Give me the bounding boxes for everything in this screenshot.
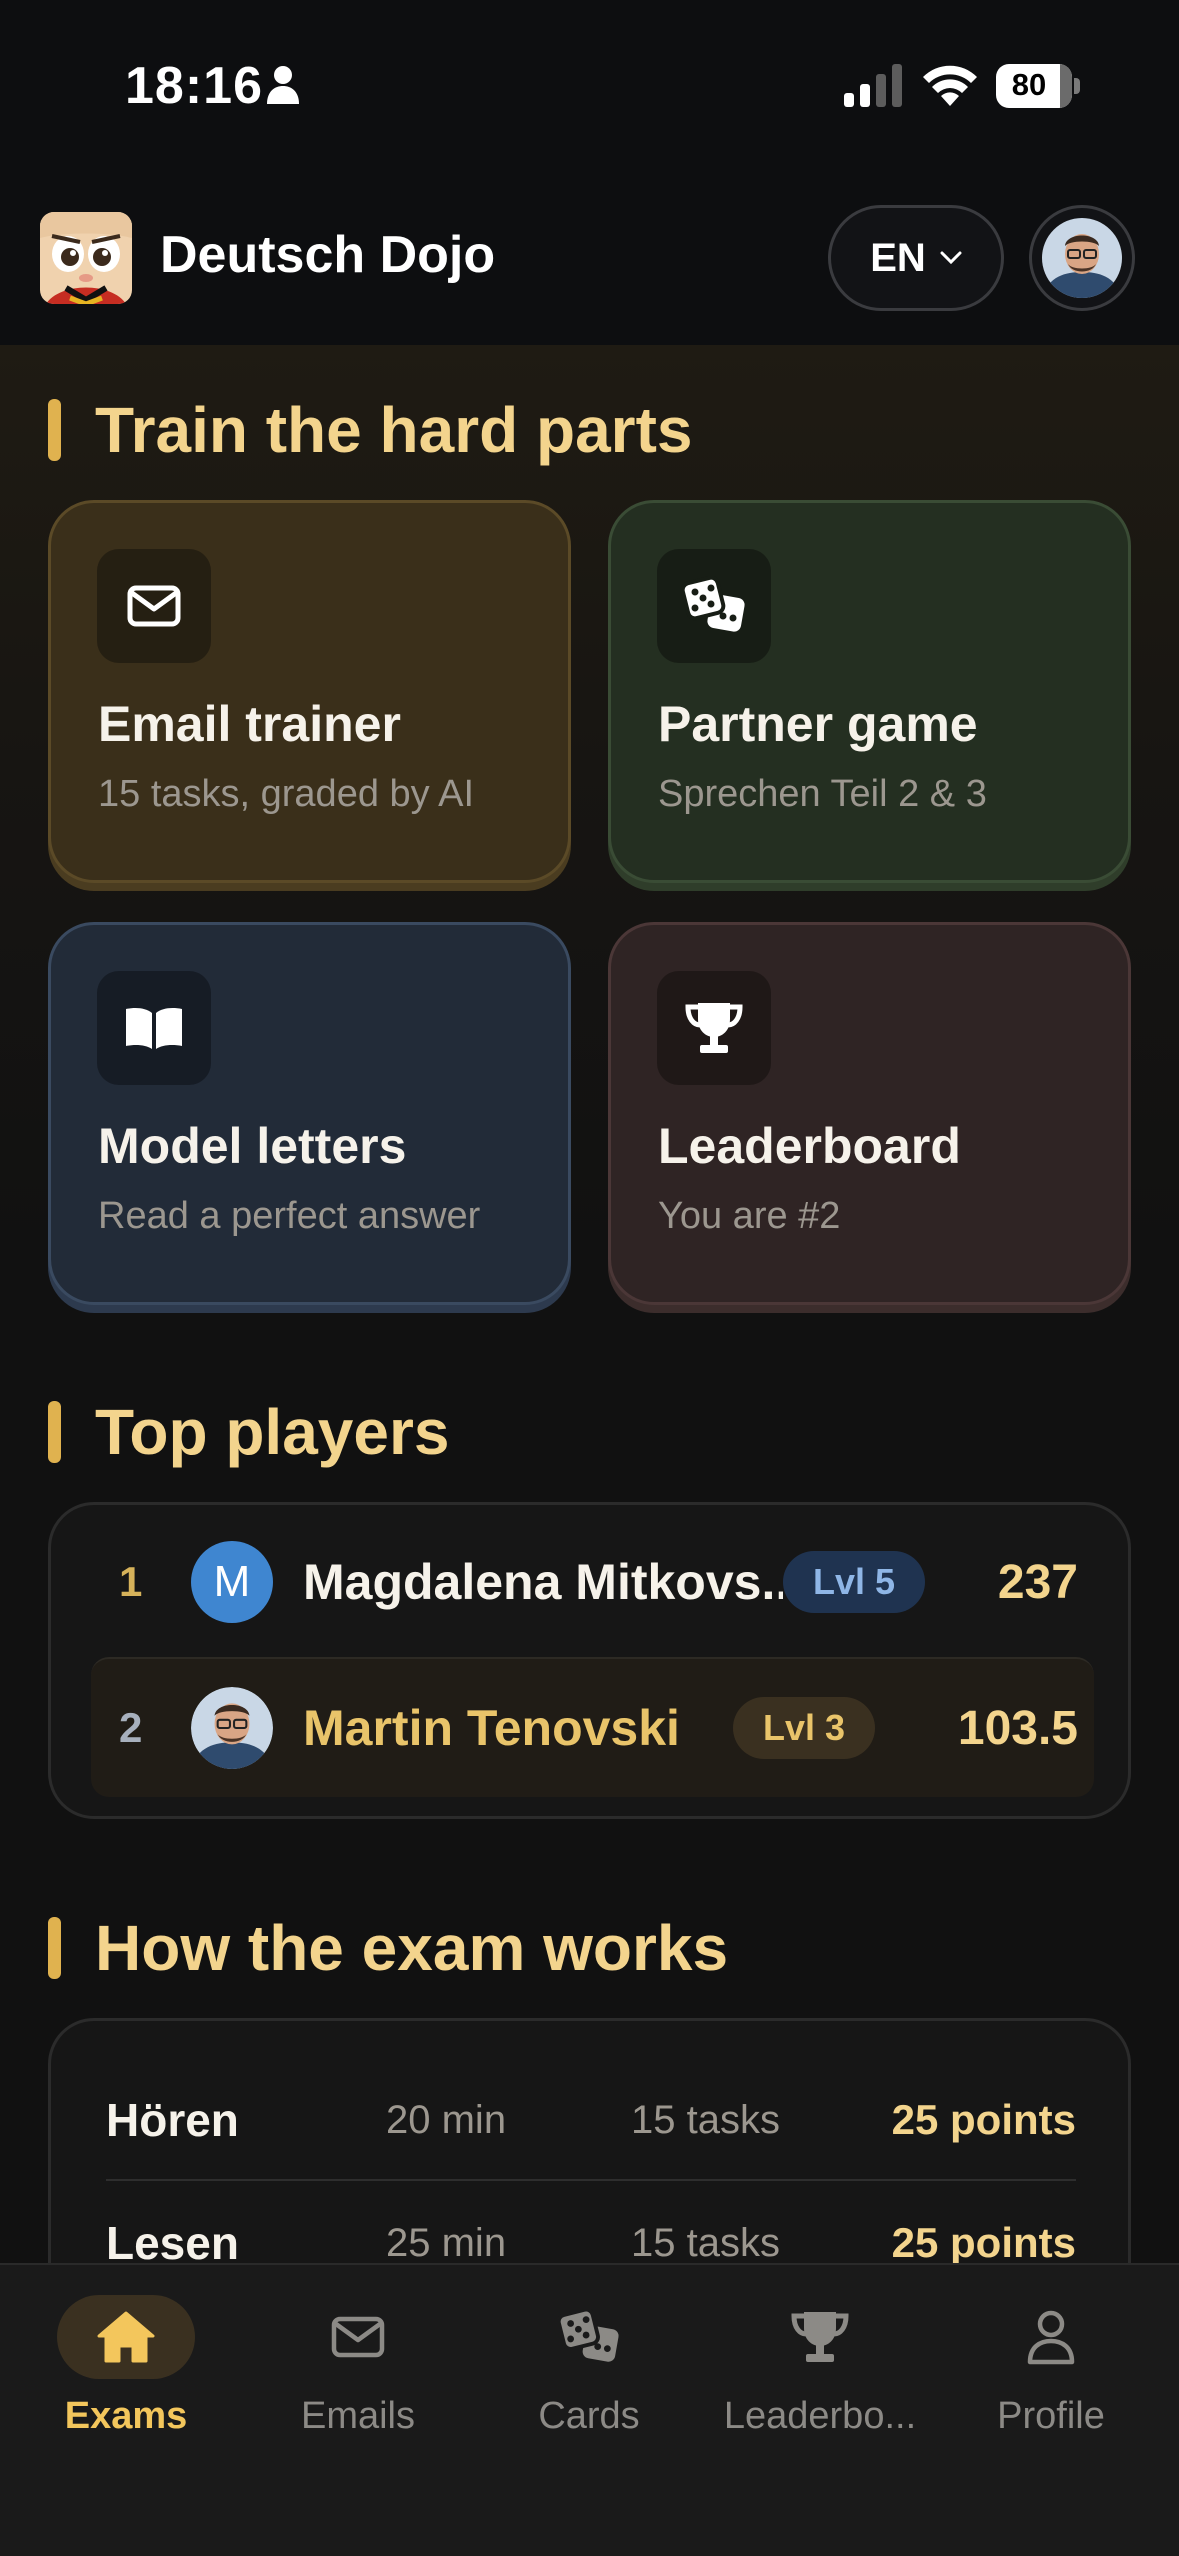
exam-part: Lesen bbox=[106, 2217, 239, 2263]
exam-part: Hören bbox=[106, 2094, 239, 2146]
tab-cards[interactable]: Cards bbox=[489, 2295, 689, 2438]
dice-icon bbox=[681, 576, 745, 632]
card-subtitle: Read a perfect answer bbox=[98, 1195, 481, 1237]
player-row[interactable]: 1 M Magdalena Mitkovs... Lvl 5 237 bbox=[91, 1512, 1094, 1652]
section-train-title: Train the hard parts bbox=[48, 393, 692, 467]
exam-points: 25 points bbox=[891, 2219, 1076, 2263]
player-name: Magdalena Mitkovs... bbox=[303, 1554, 783, 1610]
tab-label: Profile bbox=[997, 2395, 1105, 2437]
section-accent-bar bbox=[48, 399, 61, 461]
card-title: Email trainer bbox=[98, 696, 401, 752]
profile-avatar-button[interactable] bbox=[1029, 205, 1135, 311]
section-accent-bar bbox=[48, 1917, 61, 1979]
partner-game-card[interactable]: Partner game Sprechen Teil 2 & 3 bbox=[608, 500, 1131, 883]
exam-duration: 25 min bbox=[386, 2220, 507, 2264]
card-icon-tile bbox=[657, 971, 771, 1085]
player-avatar: M bbox=[191, 1541, 273, 1623]
bottom-tab-bar: Exams Emails Cards Leaderbo... Profile bbox=[0, 2263, 1179, 2556]
battery-indicator: 80 bbox=[996, 64, 1080, 108]
tab-pill bbox=[982, 2295, 1120, 2379]
card-title: Partner game bbox=[658, 696, 978, 752]
player-row-current-user[interactable]: 2 Martin Tenovski Lvl 3 103.5 bbox=[91, 1657, 1094, 1797]
tab-label: Cards bbox=[538, 2395, 640, 2437]
exam-row: Hören 20 min 15 tasks 25 points bbox=[106, 2061, 1076, 2181]
player-name: Martin Tenovski bbox=[303, 1700, 680, 1756]
exam-duration: 20 min bbox=[386, 2097, 507, 2142]
tab-emails[interactable]: Emails bbox=[258, 2295, 458, 2438]
player-points: 237 bbox=[997, 1555, 1078, 1609]
exam-structure-table: Hören 20 min 15 tasks 25 points Lesen 25… bbox=[48, 2018, 1131, 2263]
card-icon-tile bbox=[97, 971, 211, 1085]
tab-label: Emails bbox=[300, 2395, 416, 2437]
player-rank: 2 bbox=[119, 1704, 143, 1751]
app-logo bbox=[40, 212, 132, 304]
card-title: Model letters bbox=[98, 1118, 407, 1174]
language-selector[interactable]: EN bbox=[828, 205, 1004, 311]
leaderboard-card[interactable]: Leaderboard You are #2 bbox=[608, 922, 1131, 1305]
email-trainer-card[interactable]: Email trainer 15 tasks, graded by AI bbox=[48, 500, 571, 883]
player-rank: 1 bbox=[119, 1558, 143, 1605]
wifi-icon bbox=[923, 65, 977, 106]
book-icon bbox=[126, 1008, 182, 1049]
card-subtitle: Sprechen Teil 2 & 3 bbox=[658, 773, 987, 815]
language-label: EN bbox=[870, 235, 926, 280]
tab-leaderboard[interactable]: Leaderbo... bbox=[720, 2295, 920, 2438]
exam-row: Lesen 25 min 15 tasks 25 points bbox=[106, 2183, 1076, 2263]
player-level-badge: Lvl 3 bbox=[733, 1697, 876, 1759]
tab-label: Leaderbo... bbox=[723, 2395, 917, 2437]
mail-icon bbox=[331, 2316, 385, 2358]
tab-profile[interactable]: Profile bbox=[951, 2295, 1151, 2438]
top-players-list: 1 M Magdalena Mitkovs... Lvl 5 237 2 Mar… bbox=[48, 1502, 1131, 1819]
home-icon bbox=[97, 2311, 155, 2363]
status-time: 18:16 bbox=[125, 57, 263, 115]
exam-points: 25 points bbox=[891, 2096, 1076, 2143]
trophy-icon bbox=[791, 2312, 849, 2362]
mail-icon bbox=[127, 585, 181, 627]
player-points: 103.5 bbox=[957, 1701, 1078, 1755]
person-icon bbox=[1027, 2310, 1075, 2365]
top-area: 18:16 80 Deutsch Dojo EN bbox=[0, 0, 1179, 345]
tab-pill bbox=[289, 2295, 427, 2379]
exam-tasks: 15 tasks bbox=[631, 2220, 780, 2264]
tab-pill bbox=[57, 2295, 195, 2379]
battery-level: 80 bbox=[1011, 67, 1047, 102]
card-title: Leaderboard bbox=[658, 1118, 961, 1174]
section-heading: Train the hard parts bbox=[95, 394, 693, 466]
card-icon-tile bbox=[657, 549, 771, 663]
cellular-signal-icon bbox=[844, 64, 902, 107]
tab-pill bbox=[520, 2295, 658, 2379]
main-content[interactable]: Train the hard parts Email trainer 15 ta… bbox=[0, 345, 1179, 2263]
card-subtitle: 15 tasks, graded by AI bbox=[98, 773, 475, 815]
tab-label: Exams bbox=[64, 2395, 188, 2437]
model-letters-card[interactable]: Model letters Read a perfect answer bbox=[48, 922, 571, 1305]
player-avatar bbox=[191, 1687, 273, 1769]
dice-icon bbox=[557, 2308, 619, 2362]
exam-tasks: 15 tasks bbox=[631, 2097, 780, 2142]
app-title: Deutsch Dojo bbox=[160, 226, 496, 284]
section-accent-bar bbox=[48, 1401, 61, 1463]
section-exam-title: How the exam works bbox=[48, 1911, 728, 1985]
person-status-icon bbox=[267, 66, 299, 104]
section-heading: How the exam works bbox=[95, 1912, 729, 1984]
status-bar: 18:16 80 bbox=[0, 0, 1179, 175]
chevron-down-icon bbox=[940, 251, 962, 265]
card-subtitle: You are #2 bbox=[658, 1195, 841, 1237]
player-level-badge: Lvl 5 bbox=[783, 1551, 926, 1613]
section-heading: Top players bbox=[95, 1396, 450, 1468]
trophy-icon bbox=[685, 1003, 743, 1053]
tab-pill bbox=[751, 2295, 889, 2379]
tab-exams[interactable]: Exams bbox=[26, 2295, 226, 2438]
section-top-players-title: Top players bbox=[48, 1395, 449, 1469]
card-icon-tile bbox=[97, 549, 211, 663]
user-avatar bbox=[1042, 218, 1122, 298]
